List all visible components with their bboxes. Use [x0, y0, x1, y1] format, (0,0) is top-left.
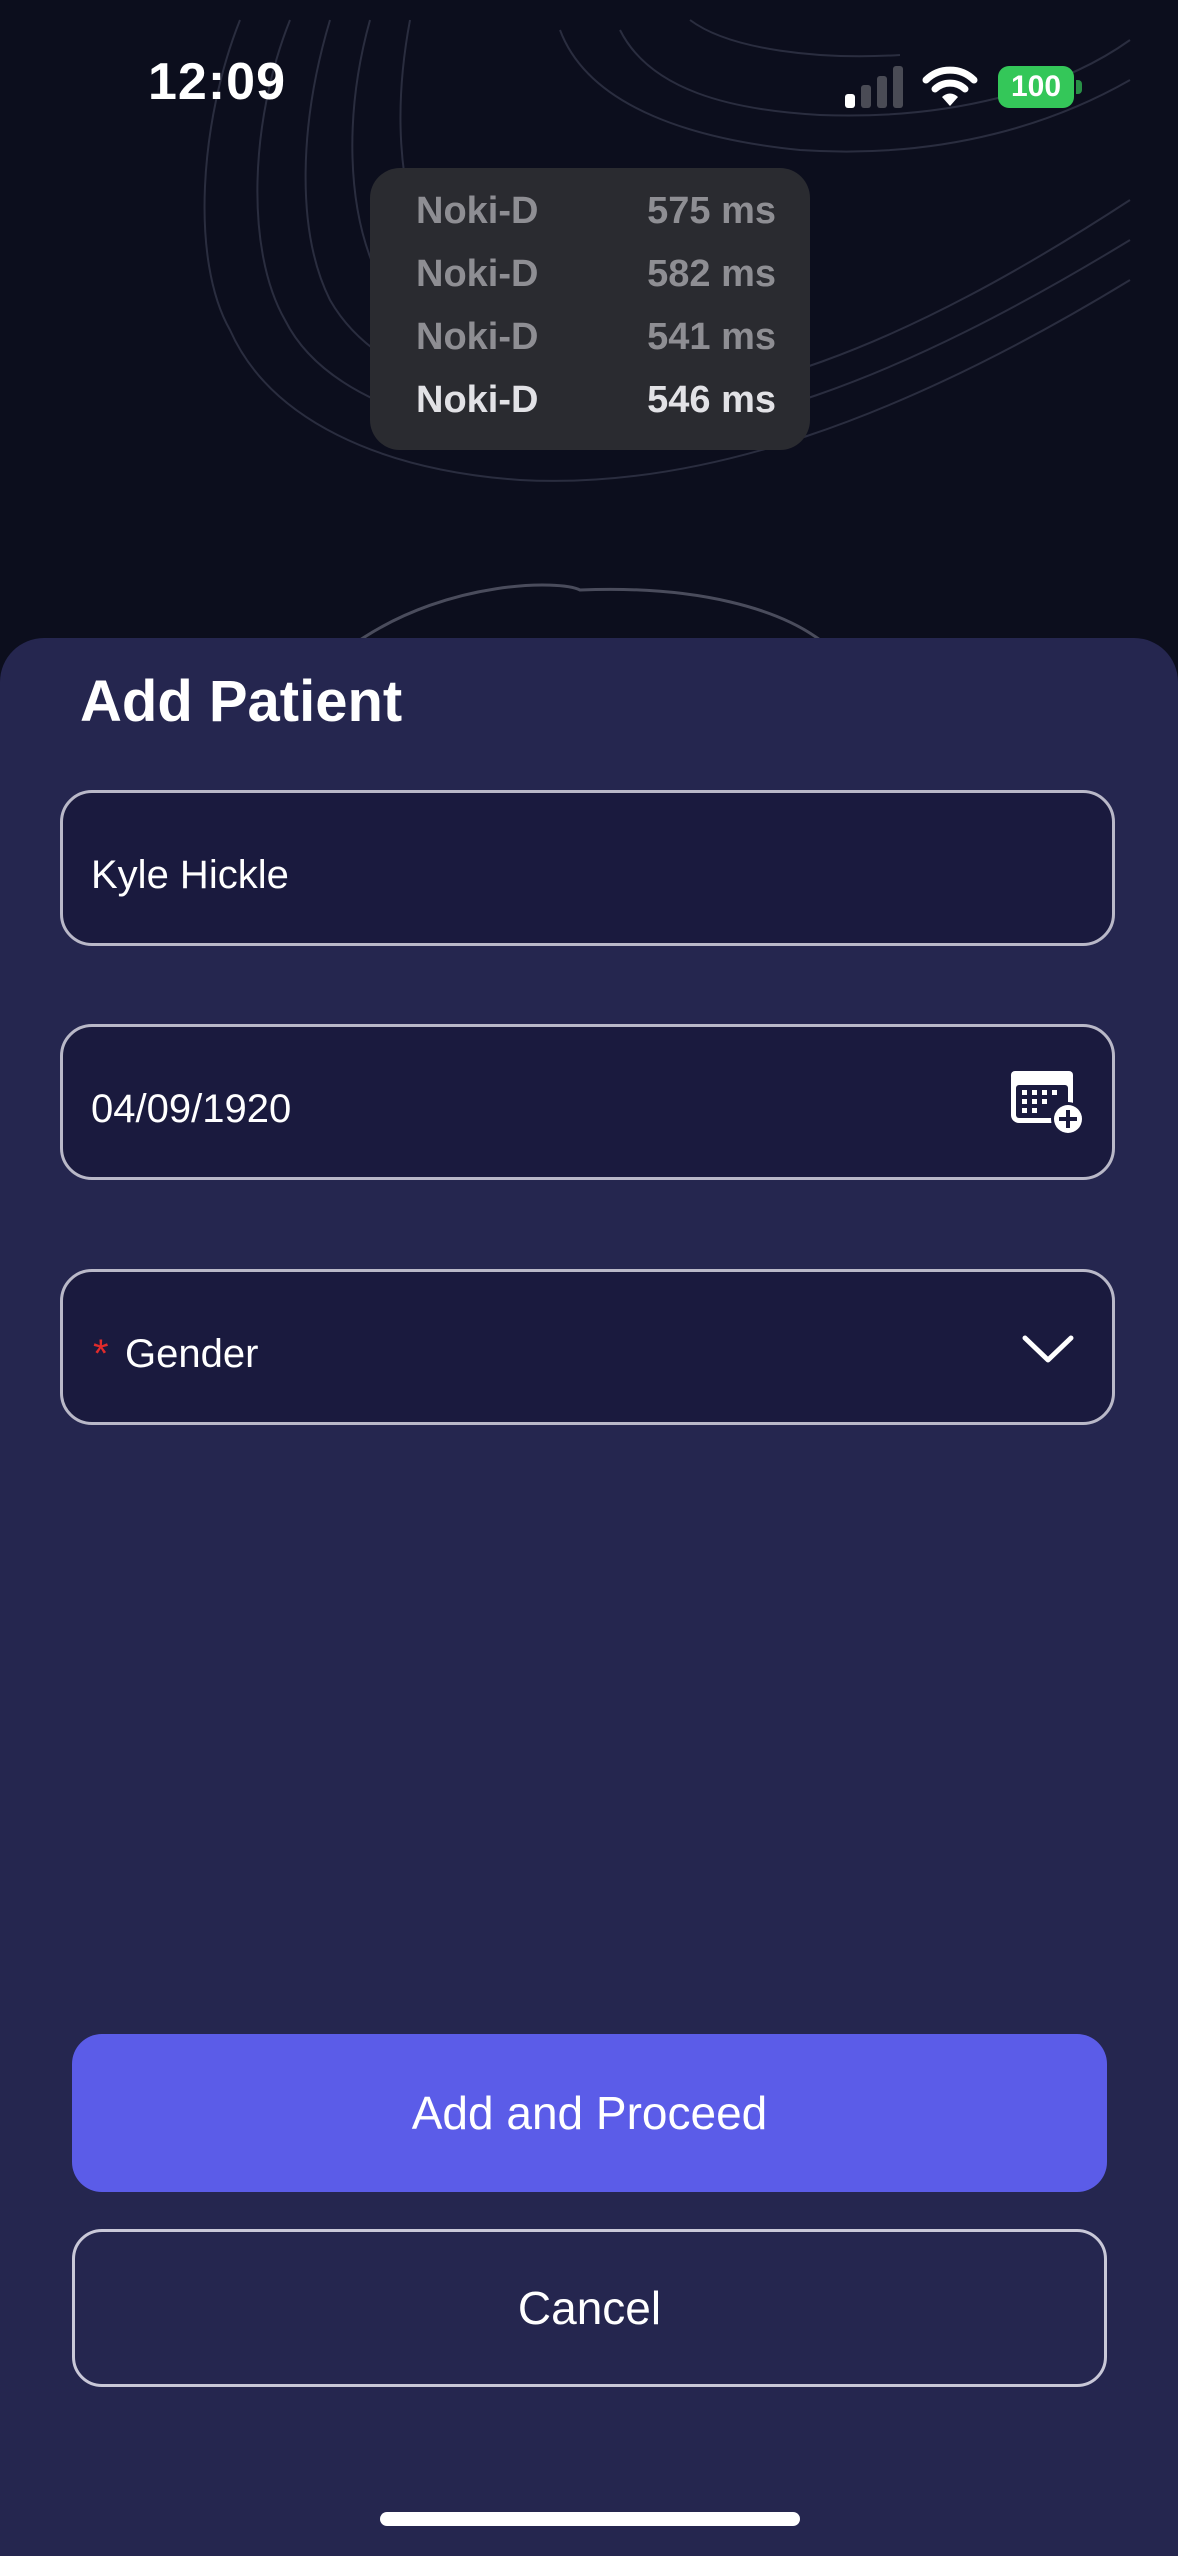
- device-name: Noki-D: [416, 379, 539, 421]
- cellular-signal-icon: [845, 66, 903, 108]
- status-bar: 12:09 100: [0, 0, 1178, 170]
- latency-value: 582 ms: [647, 253, 776, 295]
- date-of-birth-value: 04/09/1920: [91, 1087, 292, 1131]
- cancel-button[interactable]: Cancel: [72, 2229, 1107, 2387]
- latency-value: 575 ms: [647, 190, 776, 232]
- calendar-add-icon[interactable]: [1007, 1067, 1087, 1139]
- gender-placeholder: Gender: [125, 1332, 259, 1376]
- battery-indicator: 100: [998, 66, 1082, 108]
- latency-panel: Noki-D 575 ms Noki-D 582 ms Noki-D 541 m…: [370, 168, 810, 450]
- device-name: Noki-D: [416, 316, 539, 358]
- add-and-proceed-button[interactable]: Add and Proceed: [72, 2034, 1107, 2192]
- latency-row: Noki-D 541 ms: [416, 316, 776, 366]
- required-marker: *: [93, 1332, 109, 1376]
- status-time: 12:09: [148, 53, 286, 111]
- battery-tip: [1076, 80, 1082, 94]
- date-of-birth-input[interactable]: 04/09/1920: [60, 1024, 1115, 1180]
- sheet-title: Add Patient: [80, 669, 403, 734]
- latency-value: 546 ms: [647, 379, 776, 421]
- device-name: Noki-D: [416, 253, 539, 295]
- device-name: Noki-D: [416, 190, 539, 232]
- chevron-down-icon[interactable]: [1021, 1332, 1075, 1366]
- latency-row: Noki-D 575 ms: [416, 190, 776, 240]
- wifi-icon: [922, 66, 978, 106]
- home-indicator[interactable]: [380, 2512, 800, 2526]
- latency-value: 541 ms: [647, 316, 776, 358]
- latency-row: Noki-D 582 ms: [416, 253, 776, 303]
- patient-name-input[interactable]: Kyle Hickle: [60, 790, 1115, 946]
- gender-select[interactable]: * Gender: [60, 1269, 1115, 1425]
- latency-row: Noki-D 546 ms: [416, 379, 776, 429]
- patient-name-value: Kyle Hickle: [91, 853, 289, 897]
- battery-level: 100: [998, 66, 1074, 108]
